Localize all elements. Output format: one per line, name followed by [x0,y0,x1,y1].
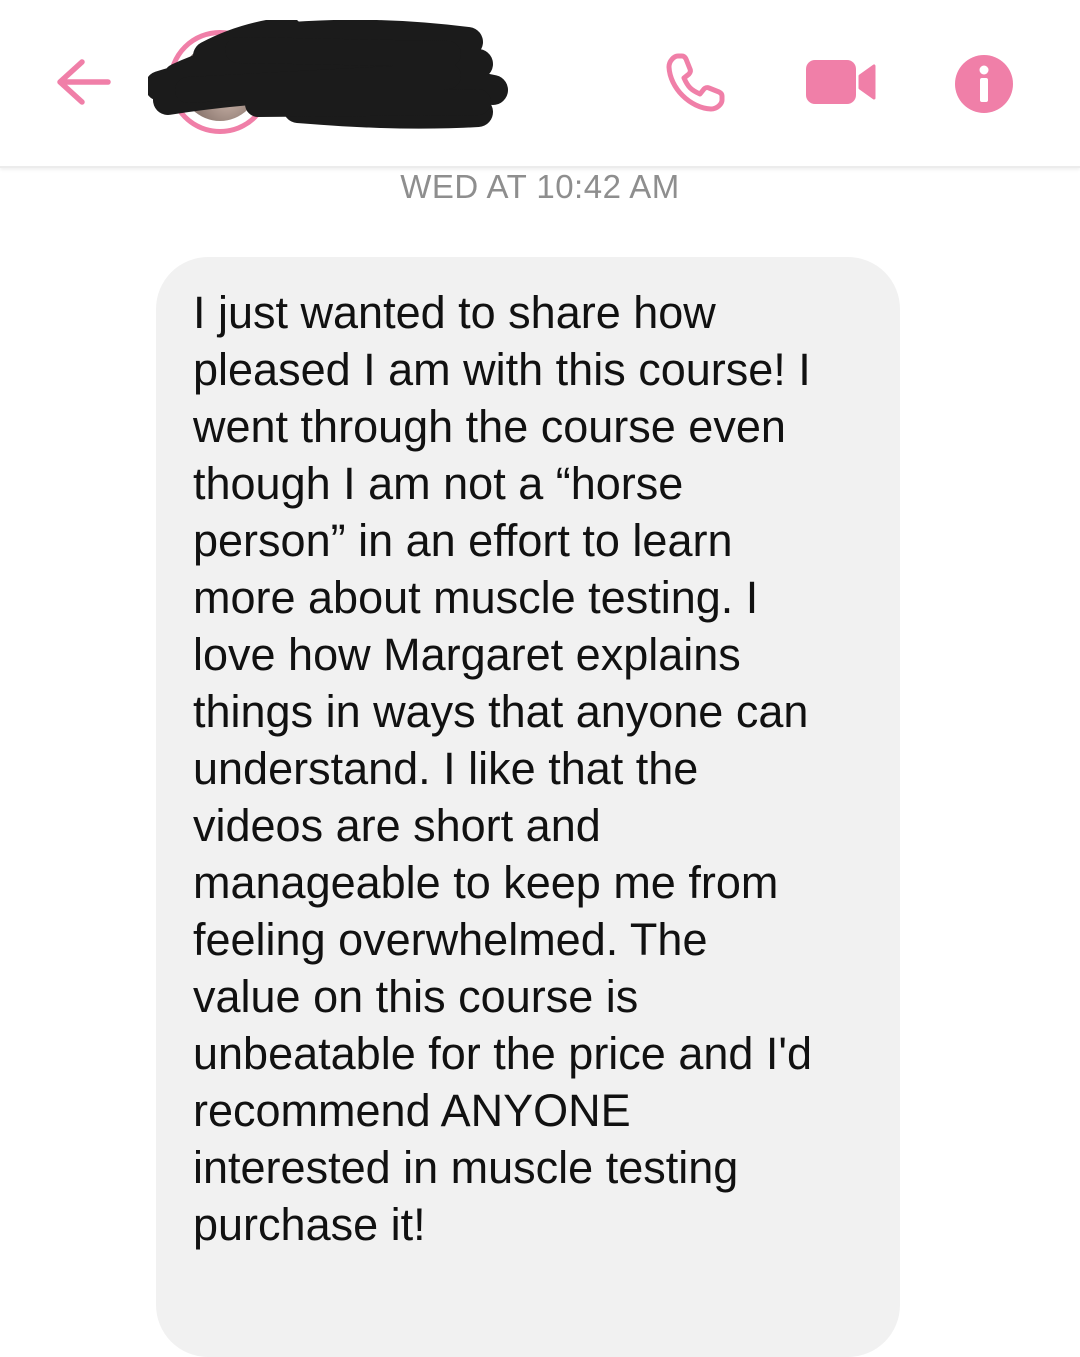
video-camera-icon [806,60,876,104]
call-button[interactable] [664,52,726,114]
message-text: I just wanted to share how pleased I am … [193,287,813,1250]
phone-icon [666,53,725,112]
conversation-header [0,0,1080,168]
info-button[interactable] [954,54,1014,114]
arrow-left-icon [57,59,111,105]
redaction-scribble [148,20,508,129]
info-icon [955,55,1013,113]
contact-name[interactable] [0,0,1,1]
message-timestamp: WED AT 10:42 AM [400,168,680,205]
video-call-button[interactable] [804,56,878,108]
back-button[interactable] [50,52,116,112]
message-bubble[interactable]: I just wanted to share how pleased I am … [156,257,900,1357]
